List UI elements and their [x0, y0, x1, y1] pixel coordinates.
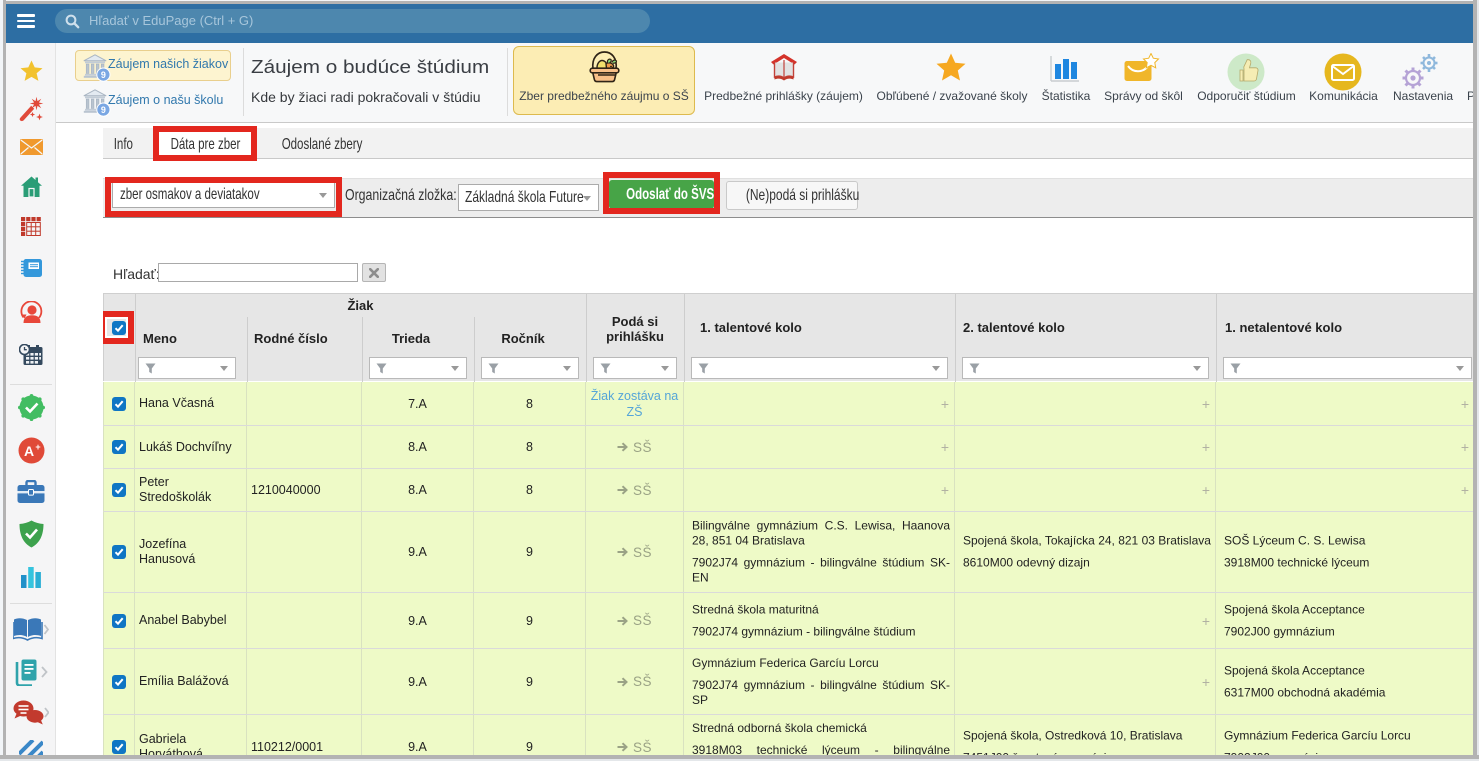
svg-text:A: A: [23, 443, 33, 459]
svg-text:9: 9: [101, 105, 106, 115]
svg-text:+: +: [35, 442, 40, 452]
svg-text:9: 9: [101, 70, 106, 80]
